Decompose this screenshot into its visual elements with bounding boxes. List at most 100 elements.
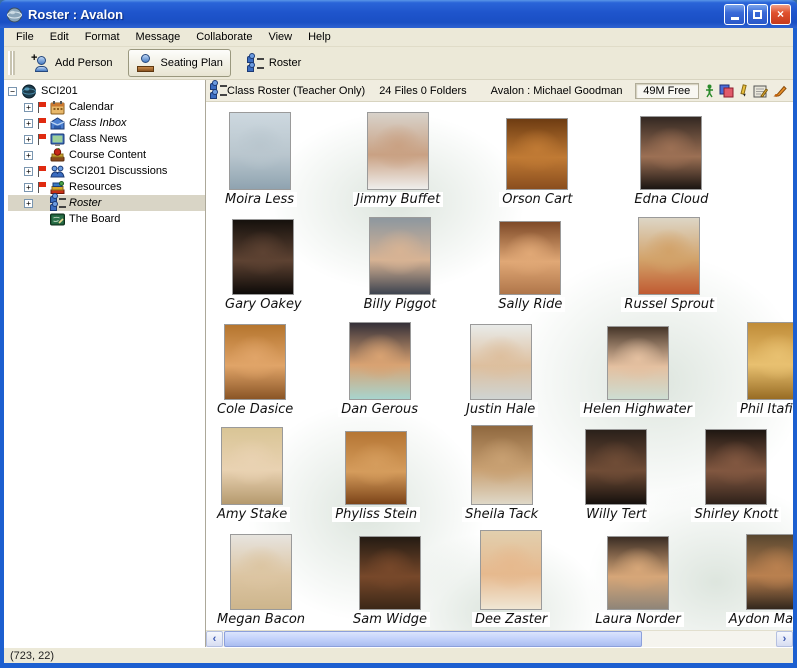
student-cell[interactable]: Jimmy Buffet — [353, 112, 443, 207]
student-photo[interactable] — [359, 536, 421, 610]
expand-box[interactable]: + — [24, 199, 33, 208]
scroll-right-arrow[interactable]: › — [776, 631, 793, 647]
tree-item-course-content[interactable]: + Course Content — [8, 147, 205, 163]
add-person-button[interactable]: + Add Person — [23, 49, 120, 77]
menu-view[interactable]: View — [260, 29, 300, 45]
add-person-icon: + — [31, 54, 51, 72]
menu-format[interactable]: Format — [77, 29, 128, 45]
tree-item-class-news[interactable]: + Class News — [8, 131, 205, 147]
seating-plan-button[interactable]: Seating Plan — [128, 49, 230, 77]
collapse-box[interactable]: − — [8, 87, 17, 96]
student-cell[interactable]: Moira Less — [222, 112, 297, 207]
student-photo[interactable] — [349, 322, 411, 400]
close-button[interactable]: × — [770, 4, 791, 25]
student-photo[interactable] — [506, 118, 568, 190]
student-name: Sally Ride — [495, 297, 565, 312]
student-cell[interactable]: Orson Cart — [499, 118, 575, 207]
tree-item-label: Resources — [69, 180, 125, 194]
student-photo[interactable] — [480, 530, 542, 610]
student-cell[interactable]: Laura Norder — [592, 536, 684, 627]
student-cell[interactable]: Billy Piggot — [361, 217, 440, 312]
student-cell[interactable]: Dee Zaster — [472, 530, 550, 627]
student-cell[interactable]: Amy Stake — [214, 427, 290, 522]
student-photo[interactable] — [705, 429, 767, 505]
student-photo[interactable] — [607, 536, 669, 610]
tree-item-class-inbox[interactable]: + Class Inbox — [8, 115, 205, 131]
menu-collaborate[interactable]: Collaborate — [188, 29, 260, 45]
student-photo[interactable] — [471, 425, 533, 505]
scroll-thumb[interactable] — [224, 631, 642, 647]
student-cell[interactable]: Phyliss Stein — [332, 431, 420, 522]
student-photo[interactable] — [224, 324, 286, 400]
flag-spacer — [37, 198, 47, 209]
student-cell[interactable]: Cole Dasice — [214, 324, 296, 417]
scroll-track[interactable] — [643, 631, 776, 647]
expand-box[interactable]: + — [24, 167, 33, 176]
student-photo[interactable] — [221, 427, 283, 505]
student-photo[interactable] — [230, 534, 292, 610]
student-cell[interactable]: Willy Tert — [583, 429, 649, 522]
student-cell[interactable]: Phil Itafiche — [737, 322, 793, 417]
student-photo[interactable] — [499, 221, 561, 295]
student-cell[interactable]: Sheila Tack — [462, 425, 541, 522]
student-photo[interactable] — [232, 219, 294, 295]
window-title: Roster : Avalon — [28, 7, 722, 22]
student-photo[interactable] — [369, 217, 431, 295]
tree-item-calendar[interactable]: + Calendar — [8, 99, 205, 115]
student-photo[interactable] — [638, 217, 700, 295]
flag-icon — [37, 166, 47, 177]
student-photo[interactable] — [470, 324, 532, 400]
student-photo[interactable] — [747, 322, 793, 400]
toolbar-grip[interactable] — [8, 51, 15, 75]
pen-icon[interactable] — [773, 84, 787, 98]
menu-message[interactable]: Message — [128, 29, 189, 45]
expand-box[interactable]: + — [24, 135, 33, 144]
student-photo[interactable] — [229, 112, 291, 190]
expand-box[interactable]: + — [24, 183, 33, 192]
student-cell[interactable]: Sally Ride — [495, 221, 565, 312]
menu-file[interactable]: File — [8, 29, 42, 45]
flag-icon — [37, 118, 47, 129]
student-cell[interactable]: Helen Highwater — [580, 326, 695, 417]
toolbar: + Add Person Seating Plan Roster — [4, 47, 793, 80]
person-icon[interactable] — [705, 84, 714, 98]
student-photo[interactable] — [367, 112, 429, 190]
student-cell[interactable]: Shirley Knott — [691, 429, 781, 522]
student-cell[interactable]: Dan Gerous — [338, 322, 421, 417]
notepad-icon[interactable] — [753, 84, 768, 98]
student-cell[interactable]: Russel Sprout — [621, 217, 717, 312]
expand-box[interactable]: + — [24, 103, 33, 112]
tree-item-sci201-discussions[interactable]: + SCI201 Discussions — [8, 163, 205, 179]
expand-box[interactable]: + — [24, 119, 33, 128]
student-cell[interactable]: Gary Oakey — [222, 219, 305, 312]
student-photo[interactable] — [607, 326, 669, 400]
pencil-icon[interactable] — [739, 84, 748, 98]
menu-help[interactable]: Help — [300, 29, 339, 45]
status-coordinates: (723, 22) — [10, 650, 54, 662]
tree-item-resources[interactable]: + Resources — [8, 179, 205, 195]
expand-box[interactable]: + — [24, 151, 33, 160]
student-cell[interactable]: Sam Widge — [350, 536, 430, 627]
main-area: − SCI201 + Calendar — [4, 80, 793, 647]
student-photo[interactable] — [585, 429, 647, 505]
statusbar: (723, 22) — [4, 647, 793, 663]
student-cell[interactable]: Aydon Marquis — [726, 534, 793, 627]
menu-edit[interactable]: Edit — [42, 29, 77, 45]
tree-root-sci201[interactable]: − SCI201 — [8, 83, 205, 99]
tree-item-the-board[interactable]: The Board — [8, 211, 205, 227]
student-photo[interactable] — [746, 534, 793, 610]
student-cell[interactable]: Justin Hale — [463, 324, 538, 417]
maximize-button[interactable] — [747, 4, 768, 25]
pages-icon[interactable] — [719, 84, 734, 98]
student-photo[interactable] — [345, 431, 407, 505]
student-photo[interactable] — [640, 116, 702, 190]
tree-item-roster[interactable]: + Roster — [8, 195, 205, 211]
flag-icon — [37, 102, 47, 113]
roster-view-button[interactable]: Roster — [239, 50, 309, 77]
scroll-left-arrow[interactable]: ‹ — [206, 631, 223, 647]
student-name: Phil Itafiche — [737, 402, 793, 417]
horizontal-scrollbar[interactable]: ‹ › — [206, 630, 793, 647]
minimize-button[interactable] — [724, 4, 745, 25]
student-cell[interactable]: Edna Cloud — [631, 116, 711, 207]
student-cell[interactable]: Megan Bacon — [214, 534, 308, 627]
